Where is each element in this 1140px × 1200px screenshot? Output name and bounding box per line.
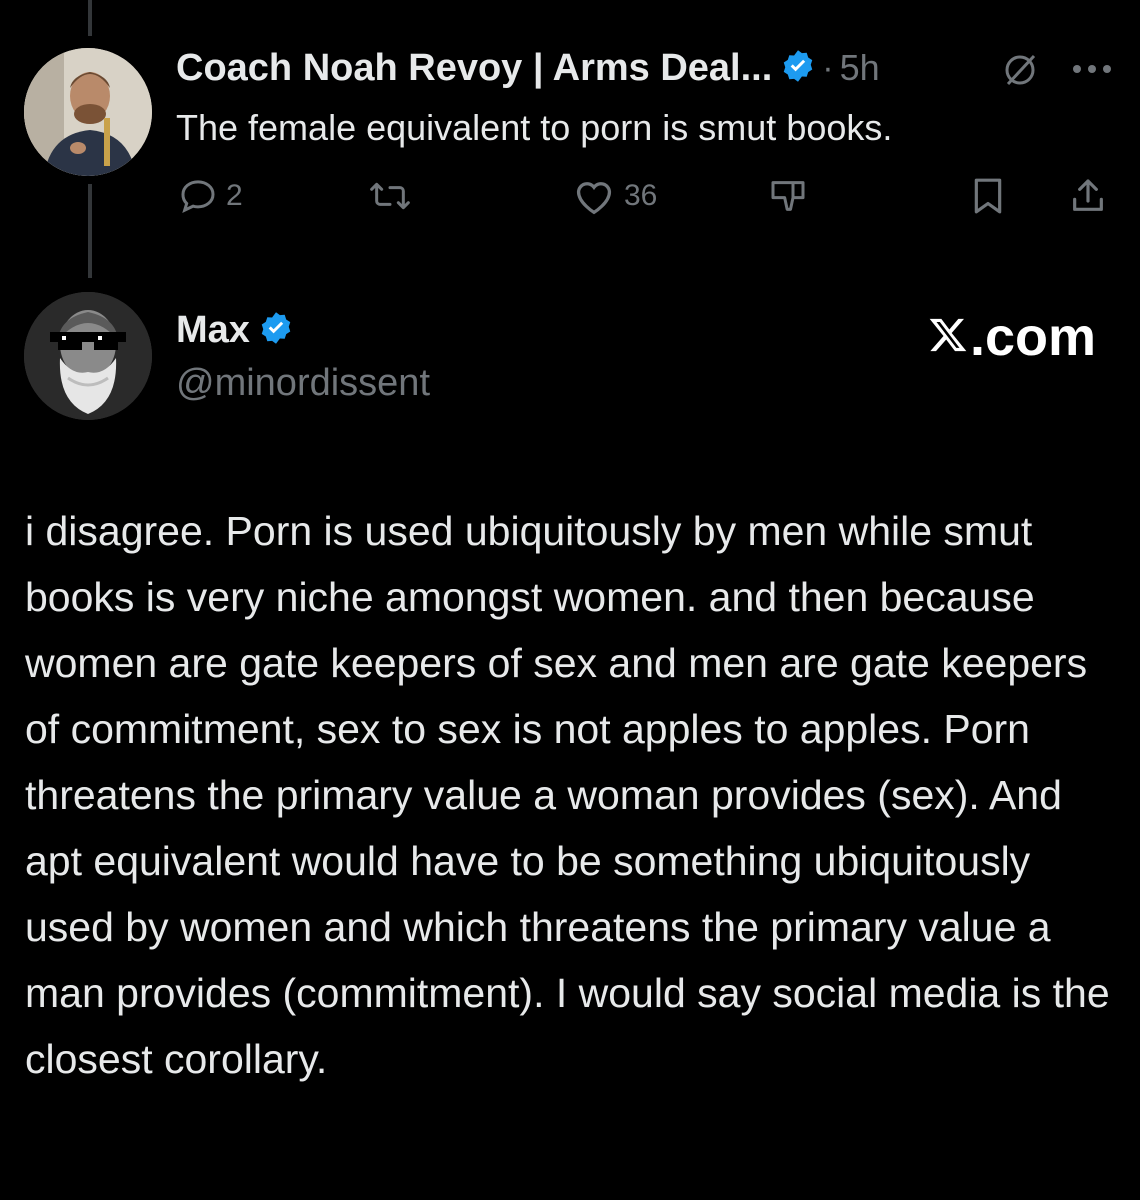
time-separator: ·	[822, 48, 834, 87]
downvote-button[interactable]	[768, 176, 808, 216]
watermark-domain: .com	[969, 307, 1096, 367]
x-com-watermark: .com	[928, 306, 1096, 368]
like-count: 36	[624, 179, 658, 212]
parent-tweet-text: The female equivalent to porn is smut bo…	[176, 107, 893, 148]
heart-icon	[576, 182, 612, 215]
verified-badge-icon	[258, 310, 294, 351]
thread-line	[88, 184, 92, 278]
avatar-photo	[24, 48, 152, 176]
reply-button[interactable]: 2	[178, 176, 243, 216]
reply-author-avatar[interactable]	[24, 292, 152, 420]
share-icon	[1073, 179, 1103, 211]
like-button[interactable]: 36	[572, 176, 657, 216]
tweet-timestamp[interactable]: 5h	[840, 47, 880, 89]
avatar-photo	[24, 292, 152, 420]
reply-author-handle[interactable]: @minordissent	[176, 360, 430, 406]
reply-icon	[181, 180, 215, 213]
share-button[interactable]	[1068, 176, 1108, 216]
x-logo-icon	[928, 315, 968, 355]
reply-count: 2	[226, 179, 243, 212]
reply-tweet-text: i disagree. Porn is used ubiquitously by…	[25, 508, 1110, 1082]
reply-author-name[interactable]: Max	[176, 309, 250, 352]
thread-line-top	[88, 0, 92, 36]
parent-tweet-actions: 2 36	[178, 176, 1108, 226]
thumbs-down-icon	[771, 181, 805, 211]
reply-tweet-header: Max	[176, 306, 294, 354]
verified-badge-icon	[780, 48, 816, 89]
bookmark-button[interactable]	[970, 176, 1006, 216]
parent-author-name[interactable]: Coach Noah Revoy | Arms Deal...	[176, 47, 772, 90]
more-options-icon[interactable]	[1072, 62, 1112, 80]
parent-tweet-header: Coach Noah Revoy | Arms Deal... · 5h	[176, 44, 880, 92]
retweet-icon	[370, 182, 410, 210]
parent-author-avatar[interactable]	[24, 48, 152, 176]
no-reply-restricted-icon	[1000, 52, 1040, 93]
retweet-button[interactable]	[368, 176, 420, 216]
bookmark-icon	[974, 178, 1002, 214]
